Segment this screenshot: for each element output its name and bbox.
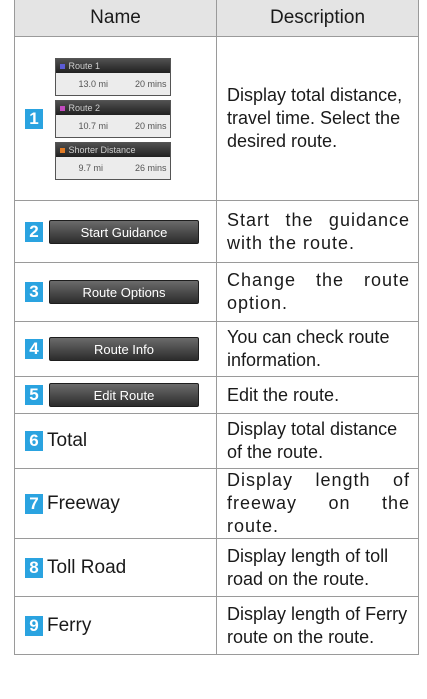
route-name: Route 1 [68,60,100,71]
description-table: Name Description 1 Route 1 13.0 mi 20 min… [14,0,419,655]
name-cell: 4 Route Info [14,321,217,377]
header-row: Name Description [14,0,419,37]
description-cell: Display length of Ferry route on the rou… [216,596,419,655]
route-name: Shorter Distance [68,144,136,155]
description-cell: Display total distance, travel time. Sel… [216,36,419,201]
route-time: 20 mins [134,78,167,89]
description-cell: Display length of toll road on the route… [216,538,419,597]
route-time: 20 mins [134,120,167,131]
number-badge: 9 [25,615,43,636]
row-label: Ferry [47,614,92,636]
row-label: Freeway [47,492,120,514]
start-guidance-button[interactable]: Start Guidance [49,219,199,244]
route-card-1[interactable]: Route 1 13.0 mi 20 mins [55,57,172,96]
route-name: Route 2 [68,102,100,113]
route-color-marker [60,147,66,153]
description-cell: Display total distance of the route. [216,413,419,469]
route-time: 26 mins [134,162,167,173]
table-row: 9 Ferry Display length of Ferry route on … [14,596,419,655]
table-row: 1 Route 1 13.0 mi 20 mins Route 2 10.7 mi… [14,36,419,201]
name-column-header: Name [14,0,217,37]
route-list: Route 1 13.0 mi 20 mins Route 2 10.7 mi 20… [55,57,172,180]
description-cell: Edit the route. [216,376,419,414]
name-cell: 9 Ferry [14,596,217,655]
number-badge: 8 [25,557,43,578]
route-color-marker [60,105,66,111]
route-distance: 13.0 mi [78,78,108,89]
number-badge: 3 [25,282,43,302]
description-cell: Start the guidance with the route. [216,200,419,263]
name-cell: 7 Freeway [14,468,217,539]
number-badge: 7 [25,493,43,514]
number-badge: 5 [25,385,43,405]
number-badge: 2 [25,221,43,242]
number-badge: 6 [25,431,43,451]
name-cell: 3 Route Options [14,262,217,322]
route-card-3[interactable]: Shorter Distance 9.7 mi 26 mins [55,141,172,180]
number-badge: 1 [25,108,43,129]
edit-route-button[interactable]: Edit Route [49,383,199,407]
route-distance: 10.7 mi [78,120,108,131]
description-cell: You can check route information. [216,321,419,377]
route-options-button[interactable]: Route Options [49,280,199,304]
table-row: 6 Total Display total distance of the rou… [14,413,419,469]
row-label: Toll Road [47,556,127,578]
description-cell: Display length of freeway on the route. [216,468,419,539]
table-row: 4 Route Info You can check route informat… [14,321,419,377]
description-column-header: Description [216,0,419,37]
route-card-2[interactable]: Route 2 10.7 mi 20 mins [55,99,172,138]
name-cell: 6 Total [14,413,217,469]
name-cell: 8 Toll Road [14,538,217,597]
table-row: 7 Freeway Display length of freeway on th… [14,468,419,539]
table-row: 5 Edit Route Edit the route. [14,376,419,414]
name-cell: 1 Route 1 13.0 mi 20 mins Route 2 10.7 mi… [14,36,217,201]
name-cell: 5 Edit Route [14,376,217,414]
description-cell: Change the route option. [216,262,419,322]
number-badge: 4 [25,339,43,359]
table-row: 3 Route Options Change the route option. [14,262,419,322]
table-row: 8 Toll Road Display length of toll road o… [14,538,419,597]
route-info-button[interactable]: Route Info [49,337,199,361]
name-cell: 2 Start Guidance [14,200,217,263]
row-label: Total [47,430,88,451]
table-row: 2 Start Guidance Start the guidance with … [14,200,419,263]
route-color-marker [60,63,66,69]
route-distance: 9.7 mi [78,162,103,173]
